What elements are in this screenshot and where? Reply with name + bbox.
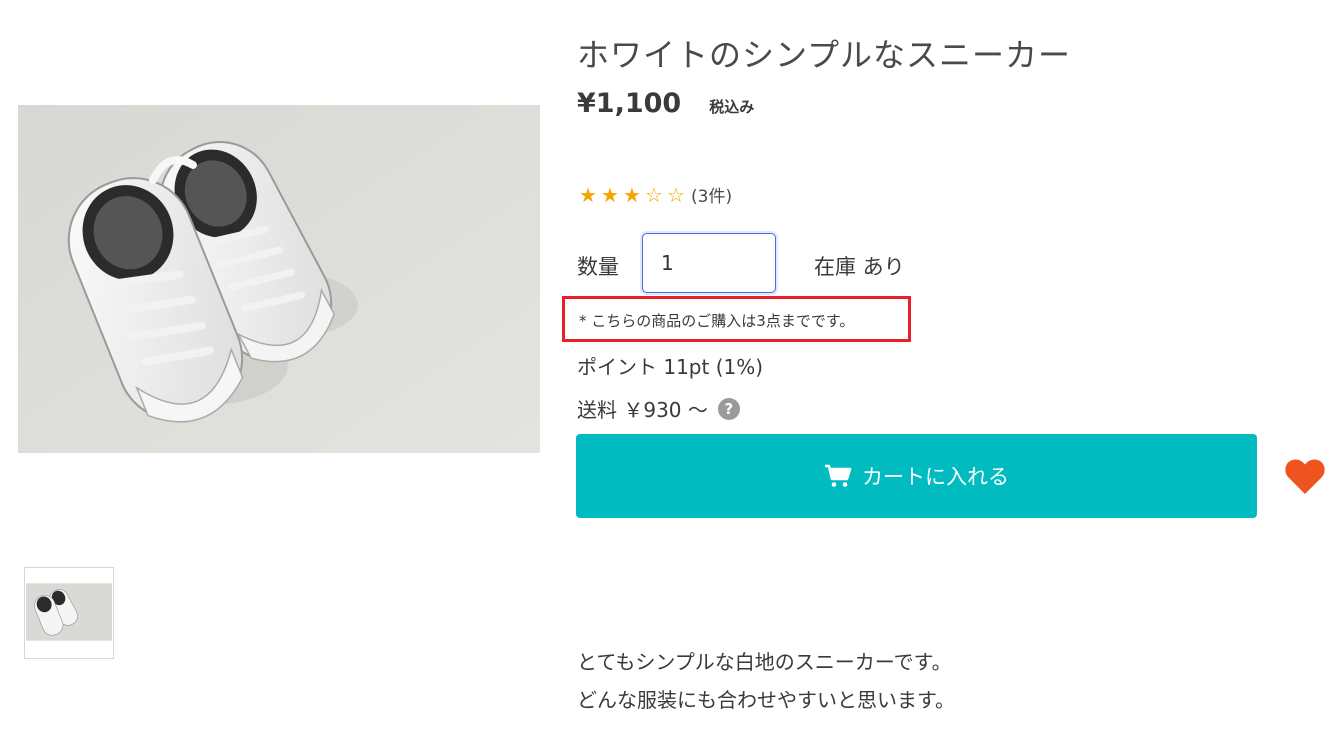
favorite-button[interactable]	[1284, 456, 1326, 496]
purchase-limit-text: * こちらの商品のご購入は3点までです。	[579, 312, 855, 330]
points-info: ポイント 11pt (1%)	[577, 355, 764, 379]
quantity-input[interactable]	[642, 233, 776, 293]
product-title: ホワイトのシンプルなスニーカー	[577, 36, 1072, 74]
shipping-info: 送料 ￥930 〜 ?	[577, 394, 740, 423]
star-filled-icon: ★	[623, 182, 641, 207]
star-filled-icon: ★	[579, 182, 597, 207]
price-row: ¥1,100 税込み	[577, 88, 754, 119]
rating-stars: ★ ★ ★ ☆ ☆	[577, 184, 687, 206]
product-price: ¥1,100	[577, 88, 682, 119]
sneaker-thumbnail-photo	[26, 583, 112, 641]
shipping-text: 送料 ￥930 〜	[577, 398, 708, 422]
product-main-image[interactable]	[18, 105, 540, 453]
product-thumbnail[interactable]	[24, 567, 114, 659]
rating[interactable]: ★ ★ ★ ☆ ☆ (3件)	[577, 182, 733, 208]
sneaker-photo	[18, 105, 540, 453]
heart-icon	[1285, 459, 1325, 494]
quantity-label: 数量	[577, 255, 619, 279]
purchase-limit-notice: * こちらの商品のご購入は3点までです。	[562, 296, 911, 342]
product-description: とてもシンプルな白地のスニーカーです。 どんな服装にも合わせやすいと思います。	[577, 643, 955, 719]
stock-status: 在庫 あり	[814, 255, 905, 279]
question-circle-icon[interactable]: ?	[717, 397, 740, 420]
cart-icon	[825, 464, 852, 487]
star-empty-icon: ☆	[645, 182, 663, 207]
description-line: どんな服装にも合わせやすいと思います。	[577, 688, 955, 712]
star-filled-icon: ★	[601, 182, 619, 207]
description-line: とてもシンプルな白地のスニーカーです。	[577, 650, 952, 674]
add-to-cart-button[interactable]: カートに入れる	[576, 434, 1257, 518]
add-to-cart-label: カートに入れる	[862, 465, 1009, 489]
tax-label: 税込み	[709, 98, 755, 116]
star-empty-icon: ☆	[667, 182, 685, 207]
review-count: (3件)	[691, 187, 733, 207]
